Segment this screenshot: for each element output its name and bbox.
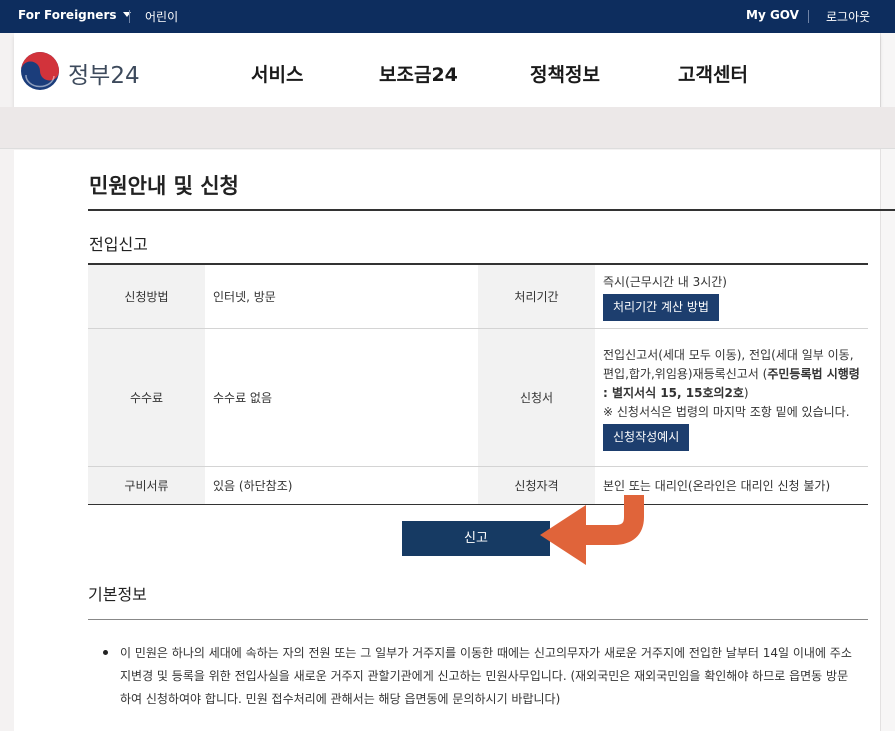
nav-policy[interactable]: 정책정보	[530, 60, 600, 87]
nav-subsidy[interactable]: 보조금24	[379, 60, 458, 87]
form-description: 전입신고서(세대 모두 이동), 전입(세대 일부 이동, 편입,합가,위임용)…	[603, 346, 860, 403]
fee-value: 수수료 없음	[205, 328, 478, 467]
page-title: 민원안내 및 신청	[89, 174, 239, 198]
docs-value: 있음 (하단참조)	[205, 466, 478, 505]
my-gov-link[interactable]: My GOV	[746, 8, 799, 22]
government-emblem-icon[interactable]	[18, 51, 62, 91]
divider	[129, 10, 130, 23]
nav-services[interactable]: 서비스	[251, 60, 303, 87]
fee-label: 수수료	[88, 328, 205, 467]
period-calc-button[interactable]: 처리기간 계산 방법	[603, 294, 719, 321]
docs-label: 구비서류	[88, 466, 205, 505]
top-utility-bar: For Foreigners 어린이 My GOV 로그아웃	[0, 0, 895, 33]
curved-arrow-icon	[540, 495, 644, 565]
title-divider	[88, 209, 895, 211]
form-label: 신청서	[478, 328, 595, 467]
form-cell: 전입신고서(세대 모두 이동), 전입(세대 일부 이동, 편입,합가,위임용)…	[595, 328, 868, 467]
divider	[808, 10, 809, 23]
period-label: 처리기간	[478, 263, 595, 329]
header-band	[0, 107, 895, 149]
method-label: 신청방법	[88, 263, 205, 329]
table-row: 구비서류 있음 (하단참조) 신청자격 본인 또는 대리인(온라인은 대리인 신…	[88, 466, 868, 505]
logo-text[interactable]: 정부24	[68, 56, 140, 90]
basic-info-title: 기본정보	[88, 585, 147, 604]
form-note: ※ 신청서식은 법령의 마지막 조항 밑에 있습니다.	[603, 404, 850, 419]
kids-link[interactable]: 어린이	[145, 8, 178, 25]
site-header: 정부24 서비스 보조금24 정책정보 고객센터	[14, 33, 880, 107]
nav-support[interactable]: 고객센터	[678, 60, 748, 87]
table-row: 수수료 수수료 없음 신청서 전입신고서(세대 모두 이동), 전입(세대 일부…	[88, 328, 868, 467]
logout-link[interactable]: 로그아웃	[826, 8, 870, 25]
bullet-icon	[103, 650, 108, 655]
form-example-button[interactable]: 신청작성예시	[603, 423, 690, 451]
basic-info-description: 이 민원은 하나의 세대에 속하는 자의 전원 또는 그 일부가 거주지를 이동…	[120, 646, 852, 706]
basic-info-divider	[88, 619, 868, 620]
for-foreigners-label: For Foreigners	[18, 8, 117, 22]
period-value: 즉시(근무시간 내 3시간)	[603, 275, 727, 289]
for-foreigners-menu[interactable]: For Foreigners	[18, 8, 131, 22]
service-info-table: 신청방법 인터넷, 방문 처리기간 즉시(근무시간 내 3시간) 처리기간 계산…	[88, 263, 868, 505]
service-title: 전입신고	[89, 235, 148, 254]
form-text-end: )	[743, 385, 749, 400]
method-value: 인터넷, 방문	[205, 263, 478, 329]
period-cell: 즉시(근무시간 내 3시간) 처리기간 계산 방법	[595, 263, 868, 329]
table-row: 신청방법 인터넷, 방문 처리기간 즉시(근무시간 내 3시간) 처리기간 계산…	[88, 263, 868, 329]
